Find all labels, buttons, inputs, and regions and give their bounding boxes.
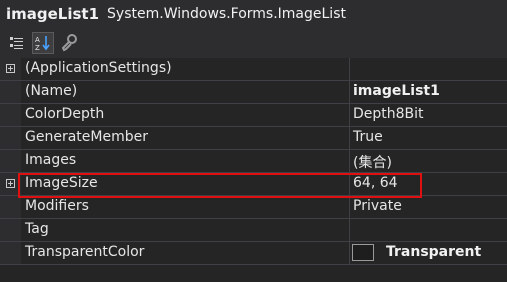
row-gutter xyxy=(0,81,21,103)
properties-header: imageList1 System.Windows.Forms.ImageLis… xyxy=(0,0,507,28)
image-size-highlight-box xyxy=(18,173,422,198)
property-row-modifiers[interactable]: Modifiers Private xyxy=(0,196,507,219)
property-value[interactable]: True xyxy=(353,129,383,145)
property-value[interactable]: imageList1 xyxy=(353,83,440,99)
row-gutter xyxy=(0,242,21,264)
property-name: Tag xyxy=(25,221,49,237)
property-row-generate-member[interactable]: GenerateMember True xyxy=(0,127,507,150)
property-name: Modifiers xyxy=(25,198,89,214)
object-name: imageList1 xyxy=(6,5,100,23)
column-separator xyxy=(349,242,350,264)
column-separator xyxy=(349,81,350,103)
row-gutter xyxy=(0,104,21,126)
row-gutter xyxy=(0,150,21,172)
column-separator xyxy=(349,219,350,241)
property-value[interactable]: (集合) xyxy=(353,152,392,172)
column-separator xyxy=(349,58,350,80)
property-row-images[interactable]: Images (集合) xyxy=(0,150,507,173)
property-row-tag[interactable]: Tag xyxy=(0,219,507,242)
alphabetical-icon: A Z xyxy=(35,36,50,52)
column-separator xyxy=(349,196,350,218)
property-pages-icon xyxy=(61,34,77,52)
expand-plus-icon[interactable] xyxy=(6,179,15,188)
property-row-transparent-color[interactable]: TransparentColor Transparent xyxy=(0,242,507,265)
svg-text:Z: Z xyxy=(35,44,40,52)
property-name: (ApplicationSettings) xyxy=(25,60,172,76)
property-value[interactable]: Private xyxy=(353,198,402,214)
property-name: Images xyxy=(25,152,77,168)
column-separator xyxy=(349,150,350,172)
column-separator xyxy=(349,127,350,149)
property-name: GenerateMember xyxy=(25,129,148,145)
categorized-icon xyxy=(10,37,23,49)
categorized-button[interactable] xyxy=(6,32,28,54)
color-swatch[interactable] xyxy=(352,244,374,261)
expand-plus-icon[interactable] xyxy=(6,64,15,73)
property-name: (Name) xyxy=(25,83,78,99)
object-type: System.Windows.Forms.ImageList xyxy=(107,6,346,22)
property-name: ColorDepth xyxy=(25,106,105,122)
property-row-name[interactable]: (Name) imageList1 xyxy=(0,81,507,104)
column-separator xyxy=(349,104,350,126)
property-name: TransparentColor xyxy=(25,244,145,260)
alphabetical-button[interactable]: A Z xyxy=(32,32,54,54)
row-gutter xyxy=(0,219,21,241)
row-gutter xyxy=(0,127,21,149)
row-gutter xyxy=(0,196,21,218)
property-pages-button[interactable] xyxy=(58,32,80,54)
properties-toolbar: A Z xyxy=(0,28,507,58)
property-row-application-settings[interactable]: (ApplicationSettings) xyxy=(0,58,507,81)
property-value[interactable]: Transparent xyxy=(386,244,481,260)
property-value[interactable]: Depth8Bit xyxy=(353,106,424,122)
property-grid: (ApplicationSettings) (Name) imageList1 … xyxy=(0,58,507,282)
svg-text:A: A xyxy=(35,36,40,44)
property-row-color-depth[interactable]: ColorDepth Depth8Bit xyxy=(0,104,507,127)
